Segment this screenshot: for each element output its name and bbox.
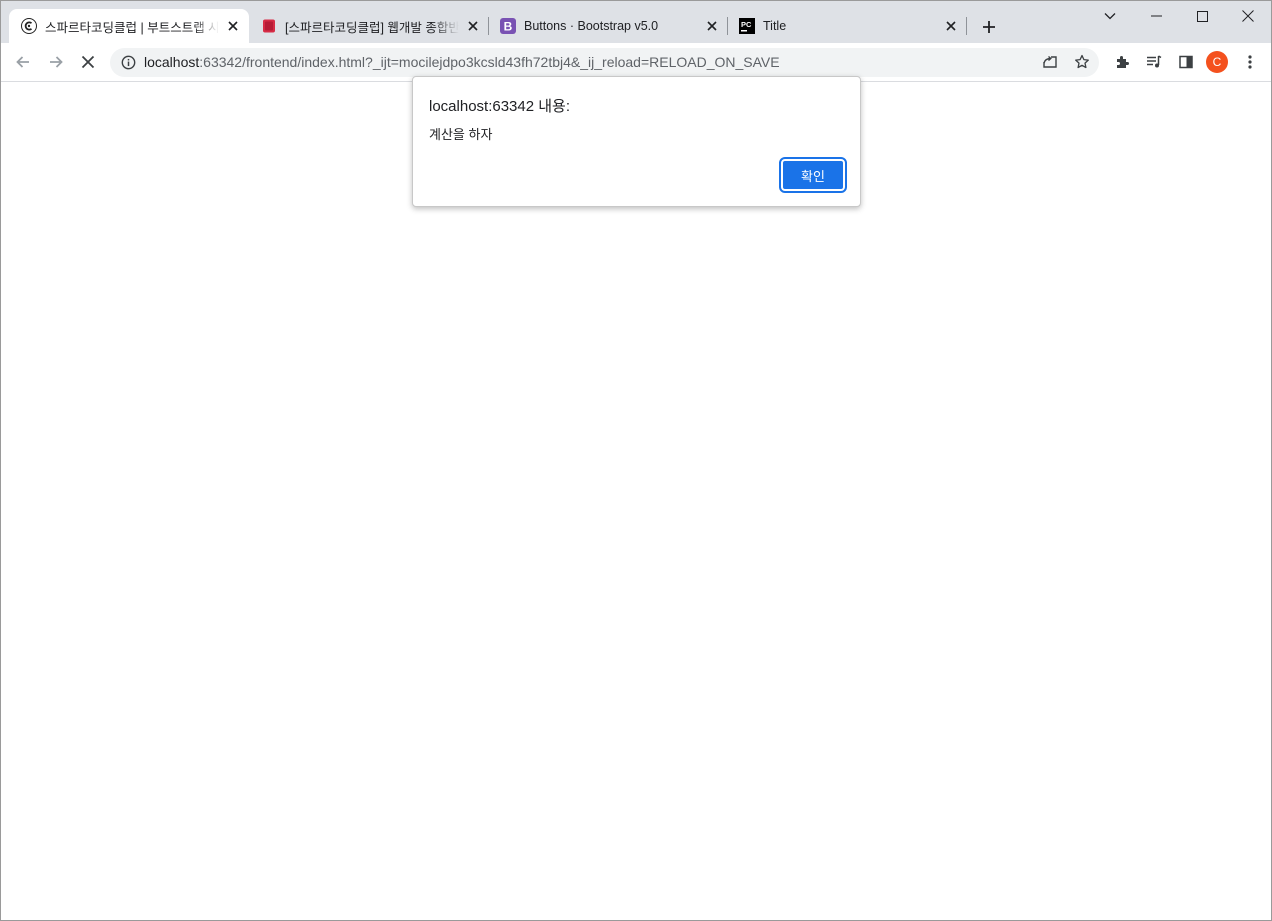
stop-loading-button[interactable] (74, 48, 102, 76)
star-icon (1075, 54, 1089, 69)
url-path: :63342/frontend/index.html?_ijt=mocilejd… (199, 54, 780, 70)
profile-avatar[interactable]: C (1206, 51, 1228, 73)
pycharm-icon: PC (739, 18, 755, 34)
book-icon (261, 18, 277, 34)
back-button[interactable] (9, 48, 37, 76)
svg-text:B: B (504, 20, 513, 34)
puzzle-icon (1117, 56, 1129, 68)
menu-button[interactable] (1236, 48, 1264, 76)
address-bar[interactable]: localhost:63342/frontend/index.html?_ijt… (110, 48, 1099, 77)
tab-search-button[interactable] (1087, 1, 1133, 31)
forward-button[interactable] (42, 48, 70, 76)
url-text[interactable]: localhost:63342/frontend/index.html?_ijt… (144, 48, 780, 77)
dialog-title: localhost:63342 내용: (429, 98, 571, 115)
maximize-button[interactable] (1179, 1, 1225, 31)
tab-title: 스파르타코딩클럽 | 부트스트랩 시작 템플릿 (45, 20, 219, 35)
tab-sparta-webdev[interactable]: [스파르타코딩클럽] 웹개발 종합반 (249, 9, 489, 43)
info-icon[interactable] (120, 54, 136, 70)
minimize-icon (1150, 15, 1162, 17)
close-icon[interactable] (465, 18, 481, 34)
ok-button[interactable]: 확인 (779, 157, 847, 193)
close-window-button[interactable] (1225, 1, 1271, 31)
close-icon[interactable] (704, 18, 720, 34)
chevron-down-icon (1104, 13, 1116, 20)
more-vertical-icon (1248, 55, 1252, 69)
share-icon (1043, 55, 1057, 68)
tab-separator (966, 17, 967, 35)
side-panel-icon (1179, 55, 1193, 69)
share-button[interactable] (1038, 50, 1062, 74)
tab-title-page[interactable]: PC Title (727, 9, 967, 43)
tab-title: Buttons · Bootstrap v5.0 (524, 19, 659, 33)
arrow-left-icon (16, 56, 29, 68)
stop-icon (81, 55, 95, 69)
side-panel-button[interactable] (1172, 48, 1200, 76)
alert-dialog: localhost:63342 내용: 계산을 하자 확인 (412, 76, 861, 207)
playlist-icon (1147, 55, 1162, 68)
page-content (1, 82, 1271, 920)
tab-bootstrap-buttons[interactable]: B Buttons · Bootstrap v5.0 (488, 9, 728, 43)
close-icon[interactable] (225, 18, 241, 34)
arrow-right-icon (50, 56, 63, 68)
plus-icon (983, 21, 995, 33)
tab-sparta-bootstrap[interactable]: 스파르타코딩클럽 | 부트스트랩 시작 템플릿 (9, 9, 249, 43)
tab-title: Title (763, 19, 787, 33)
bootstrap-icon: B (500, 18, 516, 34)
media-controls-button[interactable] (1140, 48, 1168, 76)
dialog-message: 계산을 하자 (429, 127, 493, 142)
browser-window: 스파르타코딩클럽 | 부트스트랩 시작 템플릿 [스파르타코딩클럽] 웹개발 종… (0, 0, 1272, 921)
bookmark-button[interactable] (1070, 50, 1094, 74)
new-tab-button[interactable] (975, 13, 1003, 41)
svg-text:PC: PC (741, 20, 752, 29)
url-host: localhost (144, 54, 200, 70)
tab-title: [스파르타코딩클럽] 웹개발 종합반 (285, 20, 459, 35)
close-icon (1242, 10, 1254, 22)
close-icon[interactable] (943, 18, 959, 34)
sparta-icon (21, 18, 37, 34)
minimize-button[interactable] (1133, 1, 1179, 31)
maximize-icon (1196, 10, 1208, 22)
extensions-button[interactable] (1108, 48, 1136, 76)
tab-strip: 스파르타코딩클럽 | 부트스트랩 시작 템플릿 [스파르타코딩클럽] 웹개발 종… (1, 1, 1271, 43)
